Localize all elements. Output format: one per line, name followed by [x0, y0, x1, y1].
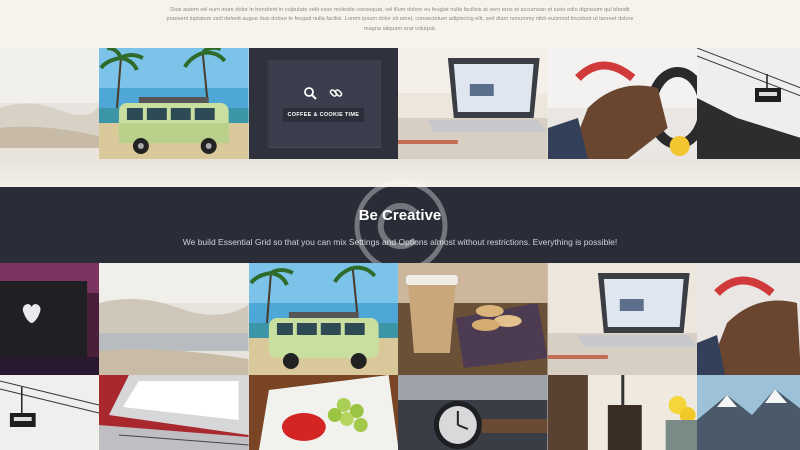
search-icon[interactable]	[303, 86, 318, 100]
grid-item-laptop-desk-2[interactable]	[547, 263, 698, 375]
grid-item-watch[interactable]	[398, 375, 548, 450]
blurred-strip	[0, 159, 800, 187]
grid-item-cable-car[interactable]	[697, 48, 800, 159]
grid-item-beach-2[interactable]	[99, 263, 249, 375]
grid-item-driving-glove-2[interactable]	[697, 263, 800, 375]
grid-item-laptop-keyboard[interactable]	[99, 375, 249, 450]
creative-banner: Be Creative We build Essential Grid so t…	[0, 187, 800, 263]
grid-item-van-beach[interactable]	[99, 48, 249, 159]
intro-text: Duis autem vel eum iriure dolor in hendr…	[166, 7, 634, 32]
grid-item-french-press[interactable]	[547, 375, 698, 450]
grid-item-mountains[interactable]	[697, 375, 800, 450]
grid-item-beach[interactable]	[0, 48, 99, 159]
grid-row-top: COFFEE & COOKIE TIME	[0, 48, 800, 159]
grid-item-macbook[interactable]	[0, 263, 99, 375]
hover-overlay: COFFEE & COOKIE TIME	[266, 60, 381, 147]
link-icon[interactable]	[329, 86, 343, 100]
grid-row-middle	[0, 263, 800, 375]
grid-item-driving-glove[interactable]	[547, 48, 698, 159]
item-title-label[interactable]: COFFEE & COOKIE TIME	[282, 107, 365, 122]
grid-item-van-beach-2[interactable]	[248, 263, 399, 375]
grid-item-laptop-desk[interactable]	[398, 48, 548, 159]
banner-subtitle: We build Essential Grid so that you can …	[182, 237, 618, 247]
grid-item-fruit-plate[interactable]	[248, 375, 399, 450]
grid-row-bottom	[0, 375, 800, 450]
banner-title: Be Creative	[358, 207, 442, 224]
intro-section: Duis autem vel eum iriure dolor in hendr…	[0, 0, 800, 48]
grid-item-cable-car-2[interactable]	[0, 375, 99, 450]
grid-item-coffee-cookie[interactable]: COFFEE & COOKIE TIME	[248, 48, 399, 159]
grid-item-coffee-cup[interactable]	[398, 263, 548, 375]
